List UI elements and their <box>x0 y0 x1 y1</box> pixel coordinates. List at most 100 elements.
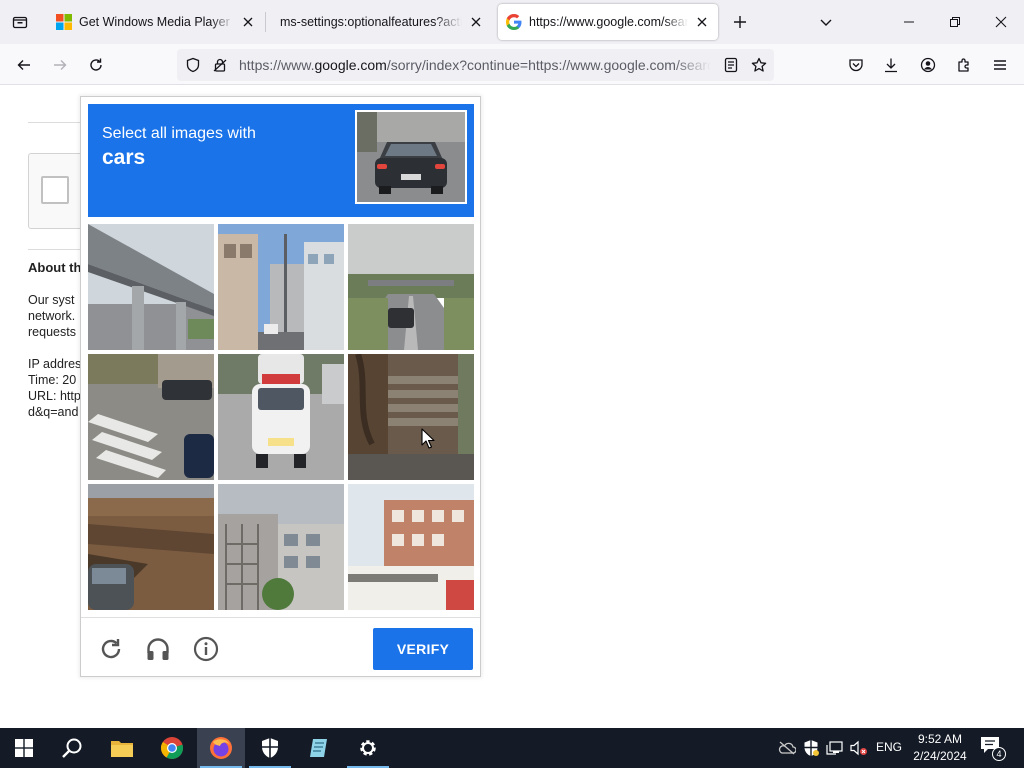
application-menu-button[interactable] <box>986 51 1014 79</box>
url-line: URL: http <box>28 389 81 403</box>
address-bar[interactable]: https://www.google.com/sorry/index?conti… <box>177 49 774 81</box>
close-tab-icon[interactable] <box>694 14 710 30</box>
verify-button[interactable]: VERIFY <box>373 628 473 670</box>
arrow-left-icon <box>17 60 30 70</box>
new-tab-button[interactable] <box>728 10 752 34</box>
ip-address-line: IP addres <box>28 357 82 371</box>
input-language-indicator[interactable]: ENG <box>876 740 902 754</box>
footer-divider <box>81 617 480 618</box>
divider <box>28 122 88 123</box>
firefox-button[interactable] <box>197 728 245 768</box>
url-path: /sorry/index?continue=https://www.google… <box>386 57 711 73</box>
folder-icon <box>111 741 133 757</box>
puzzle-icon <box>958 58 969 72</box>
chevron-down-icon <box>820 19 832 26</box>
start-button[interactable] <box>0 728 48 768</box>
notepad-button[interactable] <box>295 728 343 768</box>
action-center-button[interactable]: 4 <box>980 736 1006 761</box>
navigation-toolbar: https://www.google.com/sorry/index?conti… <box>0 44 1024 85</box>
tracking-protection-shield-icon[interactable] <box>183 55 203 75</box>
audio-challenge-button[interactable] <box>142 633 174 665</box>
minimize-icon <box>904 21 914 23</box>
restore-button[interactable] <box>941 8 969 36</box>
challenge-header: Select all images with cars <box>88 104 474 217</box>
file-explorer-button[interactable] <box>98 728 146 768</box>
tab-ms-settings[interactable]: ms-settings:optionalfeatures?activat <box>272 4 492 40</box>
hamburger-menu-icon <box>994 60 1006 70</box>
image-tile-4[interactable] <box>88 354 214 480</box>
firefox-icon <box>210 737 232 759</box>
close-window-button[interactable] <box>987 8 1015 36</box>
help-button[interactable] <box>190 633 222 665</box>
image-tile-2[interactable] <box>218 224 344 350</box>
chrome-button[interactable] <box>148 728 196 768</box>
paragraph-line: Our syst <box>28 293 75 307</box>
close-tab-icon[interactable] <box>468 14 484 30</box>
page-content: About th Our syst network. requests IP a… <box>0 86 1024 728</box>
clock-time: 9:52 AM <box>917 732 963 746</box>
close-tab-icon[interactable] <box>240 14 256 30</box>
security-tray-icon[interactable] <box>801 738 821 758</box>
plus-icon <box>734 16 746 28</box>
paragraph-line: requests <box>28 325 76 339</box>
image-grid <box>88 224 474 610</box>
windows-security-button[interactable] <box>246 728 294 768</box>
settings-button[interactable] <box>344 728 392 768</box>
close-icon <box>995 16 1007 28</box>
image-tile-1[interactable] <box>88 224 214 350</box>
back-button[interactable] <box>10 51 38 79</box>
network-icon[interactable] <box>825 738 845 758</box>
paragraph-line: network. <box>28 309 76 323</box>
gear-icon <box>360 740 376 756</box>
image-tile-3[interactable] <box>348 224 474 350</box>
recaptcha-checkbox[interactable] <box>41 176 69 204</box>
tab-title: ms-settings:optionalfeatures?activat <box>280 15 462 29</box>
url-prefix: https://www. <box>239 57 315 73</box>
recaptcha-challenge-popup: Select all images with cars VERIFY <box>80 96 481 677</box>
minimize-button[interactable] <box>895 8 923 36</box>
url-text[interactable]: https://www.google.com/sorry/index?conti… <box>239 57 711 73</box>
restore-icon <box>950 17 960 27</box>
tab-title: https://www.google.com/searc <box>529 15 688 29</box>
extensions-button[interactable] <box>950 51 978 79</box>
google-g-icon <box>506 14 522 30</box>
volume-muted-icon[interactable] <box>849 738 869 758</box>
about-heading: About th <box>28 260 82 275</box>
list-all-tabs-button[interactable] <box>814 10 838 34</box>
sample-car-image <box>355 110 467 204</box>
chrome-icon <box>160 737 184 759</box>
image-tile-7[interactable] <box>88 484 214 610</box>
system-clock[interactable]: 9:52 AM 2/24/2024 <box>908 731 972 765</box>
windows-logo-icon <box>15 739 33 757</box>
recaptcha-checkbox-widget[interactable] <box>28 153 88 229</box>
target-object-label: cars <box>102 146 146 169</box>
image-tile-6[interactable] <box>348 354 474 480</box>
reader-view-icon[interactable] <box>721 55 741 75</box>
search-button[interactable] <box>48 728 96 768</box>
notification-count-badge: 4 <box>992 747 1006 761</box>
tab-google-search[interactable]: https://www.google.com/searc <box>498 4 718 40</box>
pocket-button[interactable] <box>842 51 870 79</box>
reload-challenge-button[interactable] <box>95 633 127 665</box>
reload-icon <box>90 58 102 71</box>
bookmark-star-icon[interactable] <box>749 55 769 75</box>
pocket-icon <box>849 59 863 72</box>
microsoft-logo-icon <box>56 14 72 30</box>
forward-button[interactable] <box>46 51 74 79</box>
account-button[interactable] <box>914 51 942 79</box>
search-icon <box>62 738 82 758</box>
lock-icon[interactable] <box>210 55 230 75</box>
downloads-button[interactable] <box>877 51 905 79</box>
url-domain: google.com <box>314 57 387 73</box>
image-tile-5[interactable] <box>218 354 344 480</box>
tab-windows-media-player[interactable]: Get Windows Media Player - Mi <box>48 4 264 40</box>
notepad-icon <box>310 739 327 757</box>
onedrive-offline-icon[interactable] <box>777 738 797 758</box>
reload-button[interactable] <box>82 51 110 79</box>
headphones-icon <box>147 638 169 660</box>
clock-date: 2/24/2024 <box>913 749 967 763</box>
url-line-continued: d&q=and <box>28 405 79 419</box>
image-tile-9[interactable] <box>348 484 474 610</box>
firefox-view-button[interactable] <box>8 10 32 34</box>
image-tile-8[interactable] <box>218 484 344 610</box>
